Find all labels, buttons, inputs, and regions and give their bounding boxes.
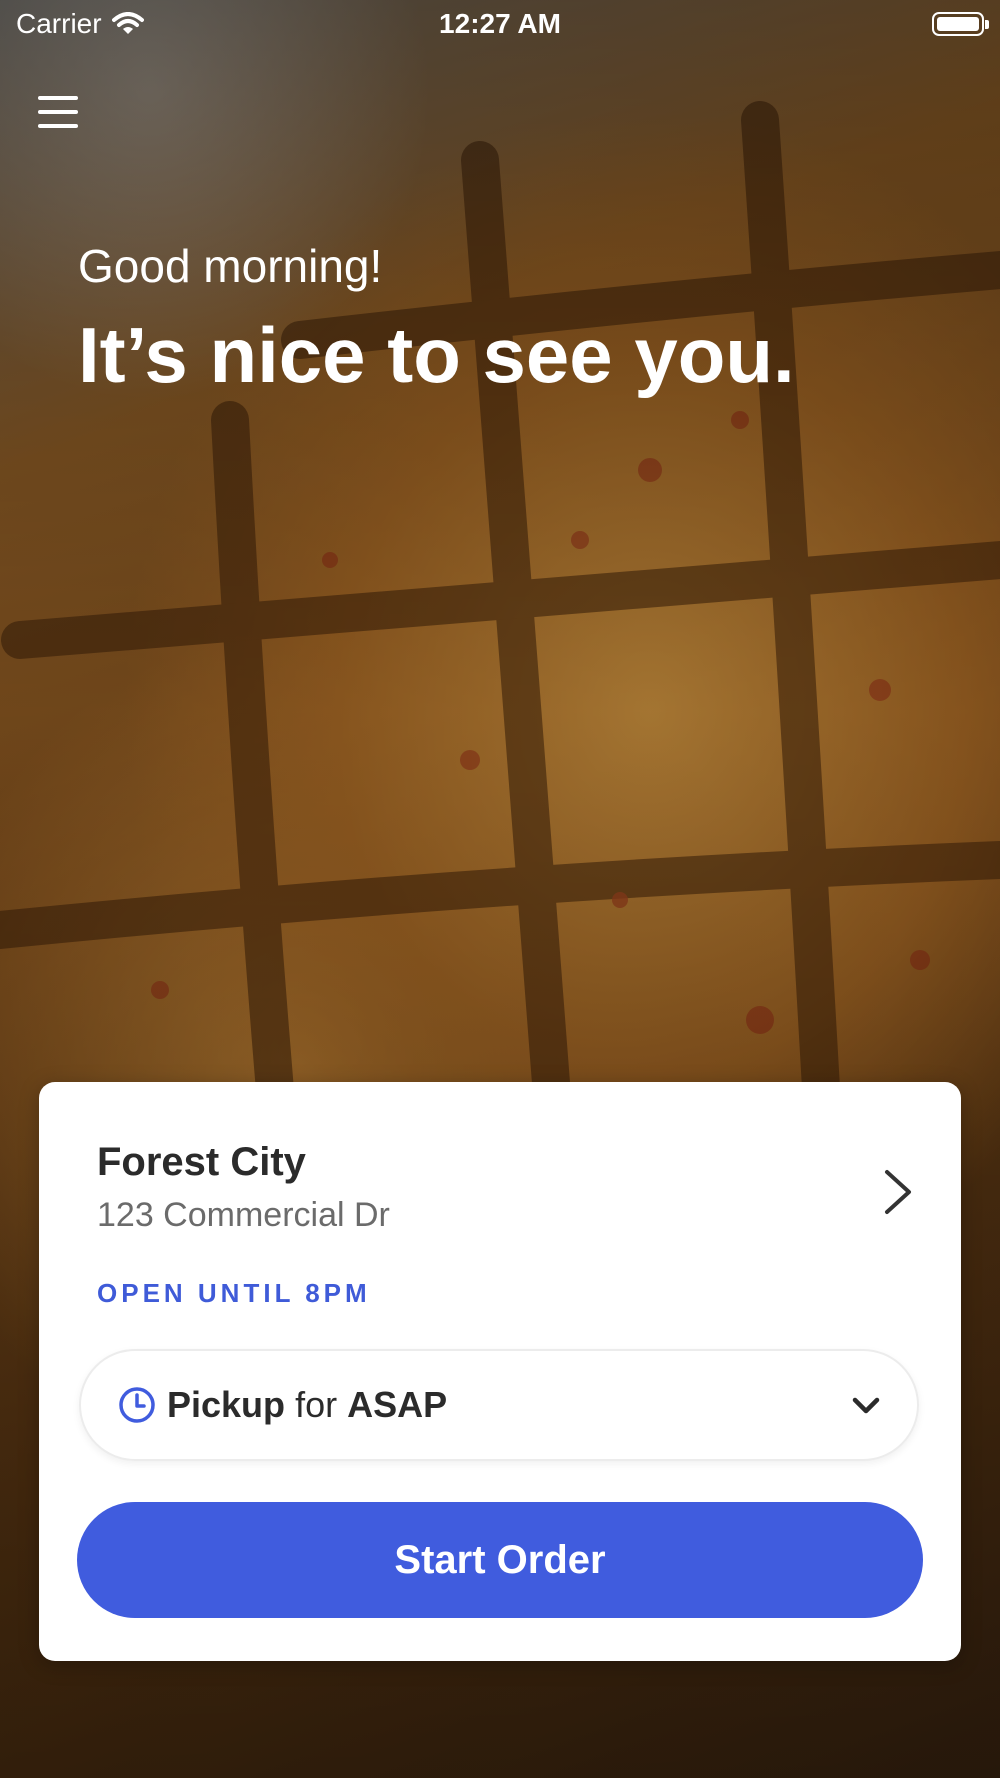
fulfillment-summary: Pickup for ASAP	[167, 1384, 447, 1426]
hours-label: OPEN UNTIL 8PM	[97, 1278, 371, 1308]
greeting-subtitle: Good morning!	[78, 240, 383, 292]
status-bar: Carrier 12:27 AM	[0, 0, 1000, 50]
location-selector[interactable]: Forest City 123 Commercial Dr	[97, 1137, 917, 1257]
greeting-block: Good morning! It’s nice to see you.	[78, 236, 795, 400]
battery-cap	[985, 20, 989, 29]
start-order-button[interactable]: Start Order	[77, 1502, 923, 1618]
location-name: Forest City	[97, 1140, 306, 1184]
location-address: 123 Commercial Dr	[97, 1196, 390, 1234]
greeting-headline: It’s nice to see you.	[78, 311, 795, 399]
fulfillment-time: ASAP	[347, 1384, 448, 1425]
status-time: 12:27 AM	[439, 8, 561, 39]
battery-level	[937, 17, 979, 31]
fulfillment-connector: for	[295, 1384, 338, 1425]
chevron-down-icon	[852, 1397, 880, 1414]
clock-icon	[119, 1387, 155, 1423]
fulfillment-mode: Pickup	[167, 1384, 286, 1425]
app-screen: Carrier 12:27 AM Good morning! It’s nice…	[0, 0, 1000, 1778]
hamburger-menu-icon[interactable]	[38, 94, 78, 130]
order-card: Forest City 123 Commercial Dr OPEN UNTIL…	[39, 1082, 961, 1661]
chevron-right-icon	[885, 1170, 911, 1214]
fulfillment-selector[interactable]: Pickup for ASAP	[79, 1349, 919, 1461]
battery-icon	[932, 12, 989, 36]
